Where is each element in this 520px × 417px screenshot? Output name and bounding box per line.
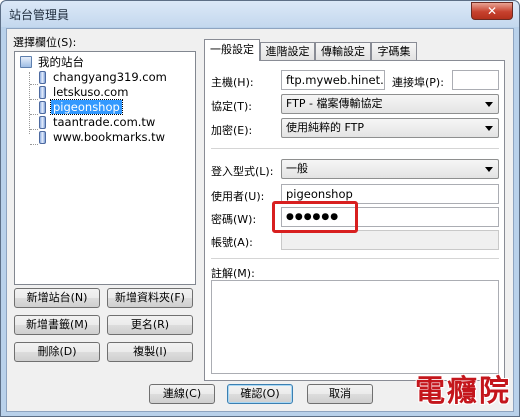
user-label: 使用者(U): <box>211 190 265 203</box>
chevron-down-icon <box>485 126 493 131</box>
site-manager-window: 站台管理員 ✕ 選擇欄位(S): 我的站台 changyang319.com l… <box>0 0 520 417</box>
tab-advanced[interactable]: 進階設定 <box>260 42 315 60</box>
rename-button[interactable]: 更名(R) <box>107 315 193 335</box>
account-label: 帳號(A): <box>211 236 253 249</box>
logon-type-label: 登入型式(L): <box>211 165 274 178</box>
host-input[interactable]: ftp.myweb.hinet.n <box>281 70 385 90</box>
server-icon <box>39 131 46 144</box>
port-input[interactable] <box>452 70 499 90</box>
password-label: 密碼(W): <box>211 213 257 226</box>
account-input[interactable] <box>281 230 499 250</box>
logon-type-select[interactable]: 一般 <box>281 159 499 179</box>
encryption-select[interactable]: 使用純粹的 FTP <box>281 118 499 138</box>
new-bookmark-button[interactable]: 新增書籤(M) <box>14 315 100 335</box>
protocol-select[interactable]: FTP - 檔案傳輸協定 <box>281 94 499 114</box>
folder-icon <box>20 56 32 68</box>
divider <box>211 258 499 259</box>
host-label: 主機(H): <box>211 76 254 89</box>
logon-type-value: 一般 <box>286 162 308 175</box>
tab-transfer[interactable]: 傳輸設定 <box>315 42 371 60</box>
watermark: 電癮院 <box>415 374 511 409</box>
chevron-down-icon <box>485 167 493 172</box>
protocol-value: FTP - 檔案傳輸協定 <box>286 97 383 110</box>
encryption-label: 加密(E): <box>211 124 253 137</box>
encryption-value: 使用純粹的 FTP <box>286 121 364 134</box>
connect-button[interactable]: 連線(C) <box>149 384 215 404</box>
tree-item-site[interactable]: changyang319.com <box>39 70 169 85</box>
tree-item-site[interactable]: letskuso.com <box>39 85 130 100</box>
tree-item-site[interactable]: www.bookmarks.tw <box>39 130 167 145</box>
divider <box>211 148 499 149</box>
server-icon <box>39 71 46 84</box>
server-icon <box>39 101 46 114</box>
comments-label: 註解(M): <box>211 267 255 280</box>
title-bar[interactable]: 站台管理員 ✕ <box>1 1 519 27</box>
ok-button[interactable]: 確認(O) <box>227 384 293 404</box>
dialog-client-area: 選擇欄位(S): 我的站台 changyang319.com letskuso.… <box>6 28 514 412</box>
new-folder-button[interactable]: 新增資料夾(F) <box>107 288 193 308</box>
server-icon <box>39 116 46 129</box>
site-tree[interactable]: 我的站台 changyang319.com letskuso.com pigeo… <box>14 51 196 285</box>
new-site-button[interactable]: 新增站台(N) <box>14 288 100 308</box>
tree-item-site[interactable]: taantrade.com.tw <box>39 115 157 130</box>
port-label: 連接埠(P): <box>392 76 444 89</box>
chevron-down-icon <box>485 102 493 107</box>
close-button[interactable]: ✕ <box>471 2 513 20</box>
tree-root-my-sites[interactable]: 我的站台 <box>20 55 86 70</box>
tree-item-site-selected[interactable]: pigeonshop <box>39 99 123 115</box>
protocol-label: 協定(T): <box>211 100 253 113</box>
tab-general[interactable]: 一般設定 <box>204 39 260 61</box>
comments-textarea[interactable] <box>211 280 499 374</box>
window-title: 站台管理員 <box>9 8 70 22</box>
delete-button[interactable]: 刪除(D) <box>14 342 100 362</box>
server-icon <box>39 86 46 99</box>
cancel-button[interactable]: 取消 <box>307 384 373 404</box>
password-highlight-box <box>272 201 358 233</box>
close-icon: ✕ <box>486 4 498 18</box>
tree-label: 選擇欄位(S): <box>13 36 77 49</box>
tab-charset[interactable]: 字碼集 <box>371 42 417 60</box>
copy-button[interactable]: 複製(I) <box>107 342 193 362</box>
